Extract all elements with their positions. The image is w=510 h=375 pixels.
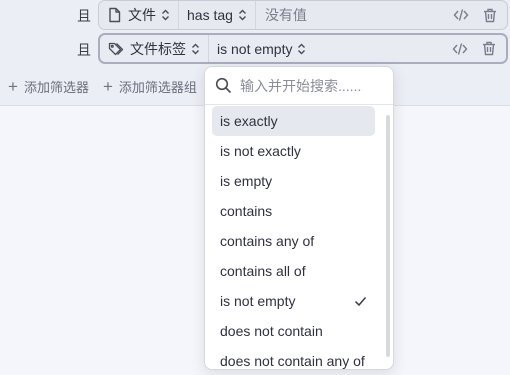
option-label: does not contain — [220, 323, 323, 339]
chevron-updown-icon — [297, 43, 306, 55]
trash-icon[interactable] — [483, 8, 497, 23]
chevron-updown-icon — [161, 9, 170, 21]
option-item[interactable]: does not contain — [212, 316, 375, 346]
chevron-updown-icon — [191, 43, 200, 55]
option-item[interactable]: is not empty — [212, 286, 375, 316]
filter-row-2: 文件标签 is not empty — [98, 33, 508, 64]
option-item[interactable]: contains all of — [212, 256, 375, 286]
search-icon — [215, 77, 232, 94]
option-item[interactable]: is empty — [212, 166, 375, 196]
operator-dropdown: is exactly is not exactly is empty contains… — [204, 66, 394, 370]
filter-row-1: 文件 has tag 没有值 — [98, 0, 508, 30]
option-item[interactable]: contains any of — [212, 226, 375, 256]
conjunction-label: 且 — [77, 42, 91, 58]
add-filter-group-button[interactable]: + 添加筛选器组 — [103, 77, 197, 96]
plus-icon: + — [102, 77, 113, 96]
option-label: contains — [220, 203, 273, 219]
option-label: is not exactly — [220, 143, 301, 159]
search-input[interactable] — [240, 77, 380, 94]
chevron-updown-icon — [238, 9, 247, 21]
add-filter-group-label: 添加筛选器组 — [118, 80, 197, 95]
operator-select[interactable]: is not empty — [209, 35, 314, 62]
option-label: is exactly — [220, 113, 278, 129]
option-label: contains all of — [220, 263, 306, 279]
option-label: does not contain any of — [220, 353, 365, 369]
option-item[interactable]: contains — [212, 196, 375, 226]
add-filter-label: 添加筛选器 — [23, 80, 89, 95]
code-icon[interactable] — [452, 42, 468, 56]
option-label: is empty — [220, 173, 273, 189]
trash-icon[interactable] — [482, 41, 496, 56]
option-label: contains any of — [220, 233, 315, 249]
add-filter-button[interactable]: + 添加筛选器 — [8, 77, 89, 96]
operator-select[interactable]: has tag — [179, 1, 256, 29]
scrollbar[interactable] — [386, 115, 390, 357]
option-item[interactable]: is exactly — [212, 106, 375, 136]
property-label: 文件 — [128, 7, 156, 23]
add-bar: + 添加筛选器 + 添加筛选器组 — [8, 77, 211, 96]
operator-label: has tag — [187, 7, 233, 23]
property-select[interactable]: 文件 — [99, 1, 179, 29]
option-label: is not empty — [220, 293, 296, 309]
code-icon[interactable] — [453, 8, 469, 22]
value-placeholder: 没有值 — [264, 7, 307, 23]
operator-label: is not empty — [217, 40, 293, 57]
tags-icon — [108, 42, 124, 56]
option-list: is exactly is not exactly is empty contains… — [205, 105, 393, 369]
plus-icon: + — [8, 77, 18, 96]
value-field[interactable]: 没有值 — [256, 1, 453, 29]
option-item[interactable]: does not contain any of — [212, 346, 375, 369]
checkmark-icon — [354, 296, 367, 307]
dropdown-search — [205, 67, 393, 105]
file-icon — [107, 7, 122, 23]
property-label: 文件标签 — [130, 40, 186, 57]
property-select[interactable]: 文件标签 — [100, 35, 209, 62]
option-item[interactable]: is not exactly — [212, 136, 375, 166]
conjunction-label: 且 — [77, 8, 91, 24]
